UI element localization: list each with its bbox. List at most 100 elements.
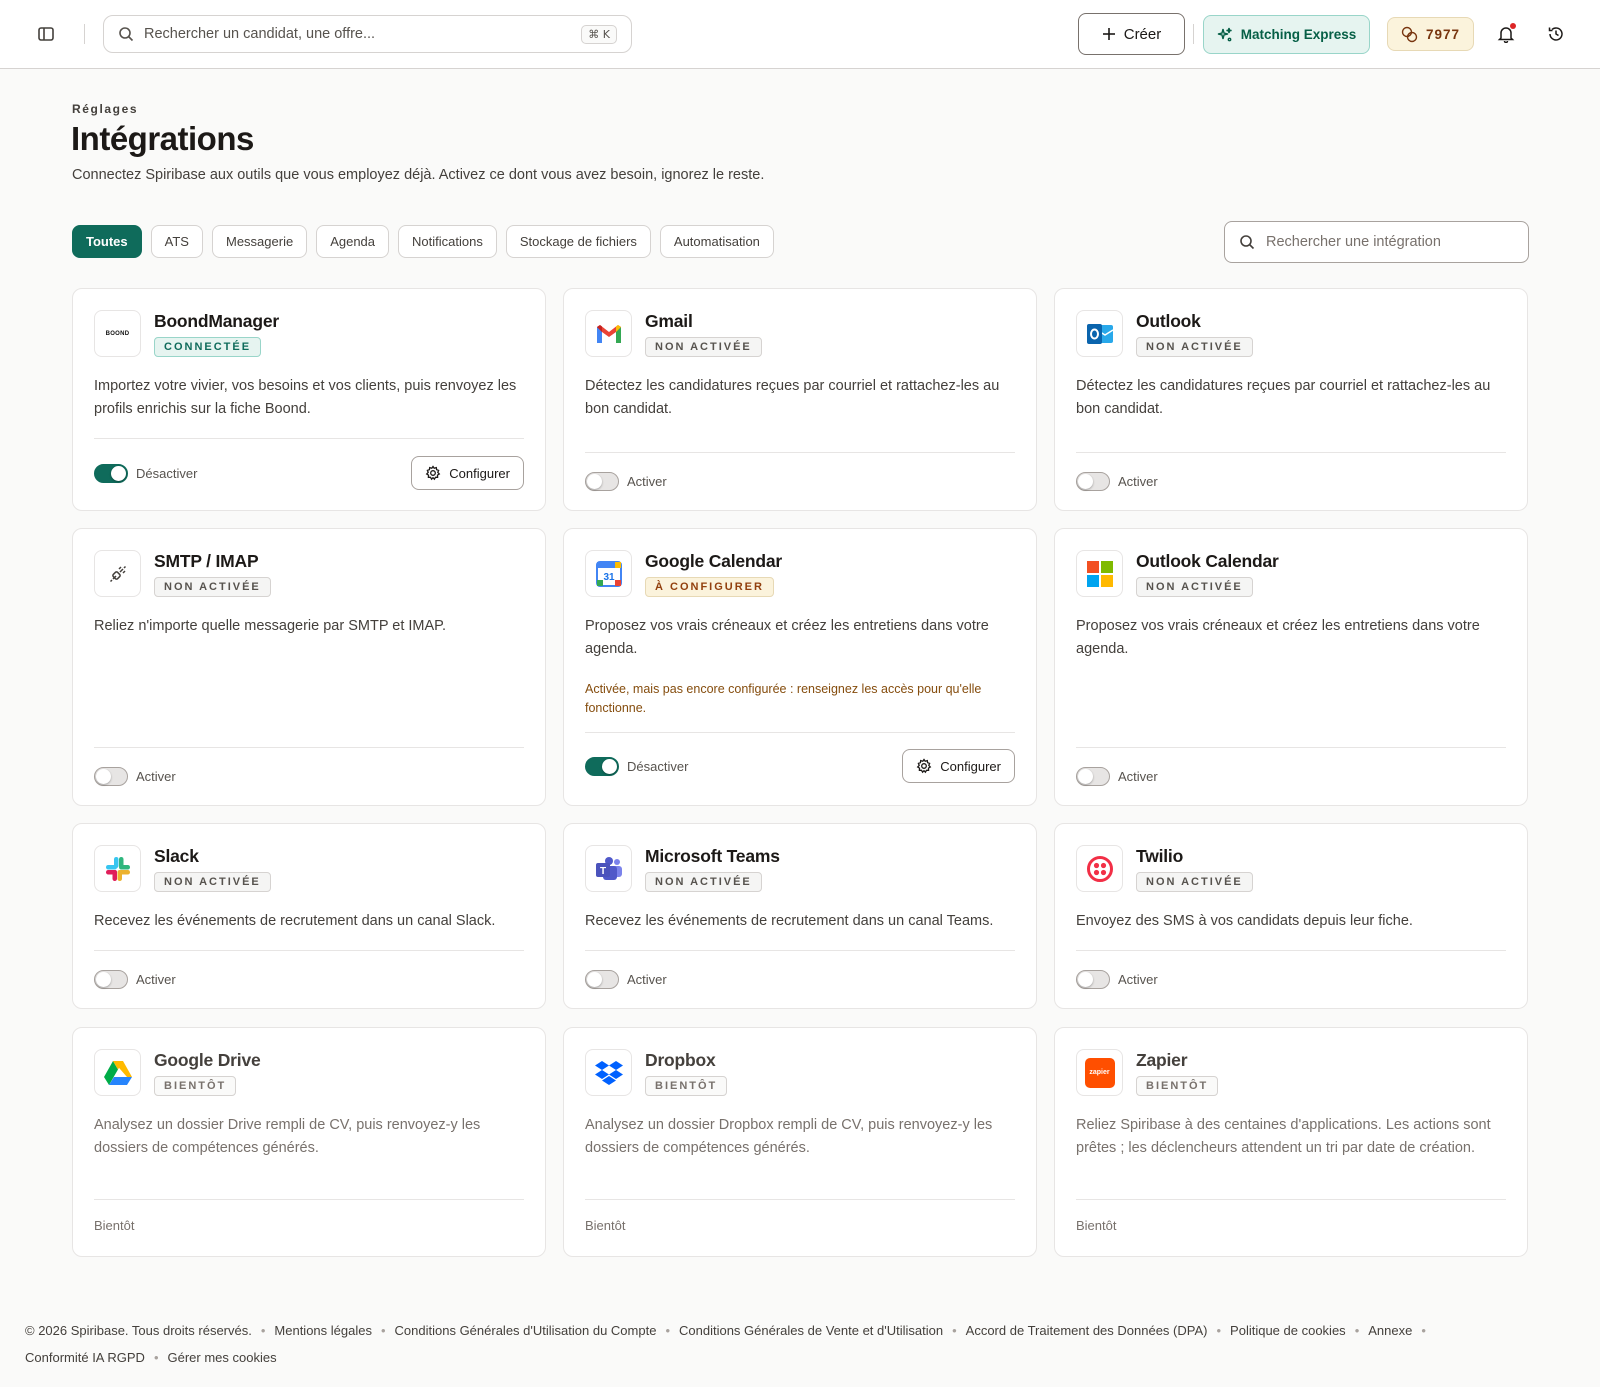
card-footer: Activer	[1076, 464, 1506, 498]
card-footer: Bientôt	[1076, 1208, 1506, 1242]
status-badge: CONNECTÉE	[154, 337, 262, 357]
toggle-label: Activer	[627, 971, 667, 987]
integration-description: Proposez vos vrais créneaux et créez les…	[1076, 618, 1480, 657]
integration-name: Outlook Calendar	[1136, 551, 1279, 571]
integration-card-google-drive: Google Drive BIENTÔT Analysez un dossier…	[72, 1027, 546, 1257]
create-button[interactable]: Créer	[1078, 13, 1185, 55]
integration-toggle[interactable]	[585, 969, 619, 989]
toggle-label: Activer	[136, 768, 176, 784]
google-calendar-logo-icon: 31	[585, 550, 632, 597]
integration-description: Analysez un dossier Drive rempli de CV, …	[94, 1117, 481, 1156]
card-footer: Activer	[94, 759, 524, 793]
footer-link-legal[interactable]: Mentions légales	[274, 1323, 372, 1338]
footer-link-ai-gdpr[interactable]: Conformité IA RGPD	[25, 1350, 145, 1365]
card-divider	[1076, 950, 1506, 951]
card-divider	[94, 438, 524, 439]
status-badge: NON ACTIVÉE	[1136, 577, 1253, 597]
integration-name: Gmail	[645, 311, 693, 331]
integration-card-dropbox: Dropbox BIENTÔT Analysez un dossier Drop…	[563, 1027, 1037, 1257]
integration-toggle[interactable]	[94, 463, 128, 483]
configure-label: Configurer	[940, 758, 1001, 774]
search-icon	[119, 27, 134, 42]
integration-search-input[interactable]: Rechercher une intégration	[1224, 221, 1529, 263]
status-badge: NON ACTIVÉE	[645, 337, 762, 357]
coming-soon-label: Bientôt	[585, 1217, 626, 1233]
filter-calendar[interactable]: Agenda	[316, 225, 390, 258]
integration-card-outlook-calendar: Outlook Calendar NON ACTIVÉE Proposez vo…	[1054, 528, 1528, 806]
card-divider	[1076, 1199, 1506, 1200]
sparkles-icon	[1217, 27, 1232, 41]
top-bar: Rechercher un candidat, une offre... ⌘ K…	[0, 0, 1600, 69]
integration-toggle[interactable]	[1076, 766, 1110, 786]
integration-name: Slack	[154, 846, 199, 866]
page-subtitle: Connectez Spiribase aux outils que vous …	[72, 167, 765, 183]
twilio-logo-icon	[1076, 845, 1123, 892]
filter-automation[interactable]: Automatisation	[659, 225, 774, 258]
integration-description: Recevez les événements de recrutement da…	[585, 913, 994, 929]
integration-card-zapier: zapier Zapier BIENTÔT Reliez Spiribase à…	[1054, 1027, 1528, 1257]
configuration-warning: Activée, mais pas encore configurée : re…	[585, 682, 982, 715]
sidebar-toggle-icon[interactable]	[33, 21, 59, 47]
integration-description: Reliez Spiribase à des centaines d'appli…	[1076, 1117, 1491, 1156]
integration-toggle[interactable]	[94, 969, 128, 989]
boondmanager-logo-icon: BOOND	[94, 310, 141, 357]
integration-description: Analysez un dossier Dropbox rempli de CV…	[585, 1117, 993, 1156]
footer-link-annex[interactable]: Annexe	[1368, 1323, 1412, 1338]
status-badge: BIENTÔT	[1136, 1076, 1219, 1096]
create-button-label: Créer	[1123, 25, 1162, 43]
filter-messaging[interactable]: Messagerie	[211, 225, 308, 258]
integration-card-google-calendar: 31 Google Calendar À CONFIGURER Proposez…	[563, 528, 1037, 806]
matching-express-button[interactable]: Matching Express	[1203, 15, 1370, 54]
configure-label: Configurer	[449, 465, 510, 481]
card-footer: Bientôt	[94, 1208, 524, 1242]
history-icon	[1548, 27, 1563, 41]
global-search-placeholder: Rechercher un candidat, une offre...	[144, 26, 376, 42]
integration-description: Envoyez des SMS à vos candidats depuis l…	[1076, 913, 1413, 929]
footer-link-dpa[interactable]: Accord de Traitement des Données (DPA)	[966, 1323, 1208, 1338]
topbar-divider	[84, 24, 85, 44]
svg-text:T: T	[599, 866, 605, 877]
card-footer: Bientôt	[585, 1208, 1015, 1242]
slack-logo-icon	[94, 845, 141, 892]
configure-button[interactable]: Configurer	[411, 456, 524, 490]
filter-all[interactable]: Toutes	[72, 225, 142, 258]
integration-name: SMTP / IMAP	[154, 551, 259, 571]
integration-card-smtp-imap: SMTP / IMAP NON ACTIVÉE Reliez n'importe…	[72, 528, 546, 806]
dropbox-logo-icon	[585, 1049, 632, 1096]
integration-toggle[interactable]	[94, 766, 128, 786]
category-filters: Toutes ATS Messagerie Agenda Notificatio…	[72, 225, 774, 258]
history-button[interactable]	[1542, 20, 1570, 48]
integration-toggle[interactable]	[1076, 471, 1110, 491]
card-divider	[585, 452, 1015, 453]
card-footer: Désactiver Configurer	[585, 749, 1015, 783]
status-badge: À CONFIGURER	[645, 577, 774, 597]
footer-link-manage-cookies[interactable]: Gérer mes cookies	[168, 1350, 277, 1365]
credits-button[interactable]: 7977	[1387, 17, 1474, 51]
toggle-label: Désactiver	[627, 758, 689, 774]
gear-icon	[425, 465, 441, 481]
filter-ats[interactable]: ATS	[150, 225, 203, 258]
status-badge: NON ACTIVÉE	[1136, 337, 1253, 357]
filter-notifications[interactable]: Notifications	[398, 225, 497, 258]
configure-button[interactable]: Configurer	[902, 749, 1015, 783]
footer-link-cookies-policy[interactable]: Politique de cookies	[1230, 1323, 1346, 1338]
card-divider	[585, 732, 1015, 733]
footer-link-cgu[interactable]: Conditions Générales d'Utilisation du Co…	[395, 1323, 657, 1338]
microsoft-logo-icon	[1076, 550, 1123, 597]
global-search-input[interactable]: Rechercher un candidat, une offre... ⌘ K	[103, 15, 632, 53]
card-footer: Activer	[1076, 759, 1506, 793]
card-divider	[1076, 747, 1506, 748]
notifications-button[interactable]	[1492, 20, 1520, 48]
integration-toggle[interactable]	[585, 756, 619, 776]
integration-toggle[interactable]	[585, 471, 619, 491]
page-title: Intégrations	[71, 120, 254, 157]
google-drive-logo-icon	[94, 1049, 141, 1096]
card-divider	[585, 1199, 1015, 1200]
topbar-divider-2	[1193, 24, 1194, 44]
card-footer: Activer	[94, 962, 524, 996]
integration-name: Outlook	[1136, 311, 1201, 331]
toggle-label: Activer	[1118, 971, 1158, 987]
integration-toggle[interactable]	[1076, 969, 1110, 989]
filter-file-storage[interactable]: Stockage de fichiers	[505, 225, 651, 258]
footer-link-cgv[interactable]: Conditions Générales de Vente et d'Utili…	[679, 1323, 943, 1338]
